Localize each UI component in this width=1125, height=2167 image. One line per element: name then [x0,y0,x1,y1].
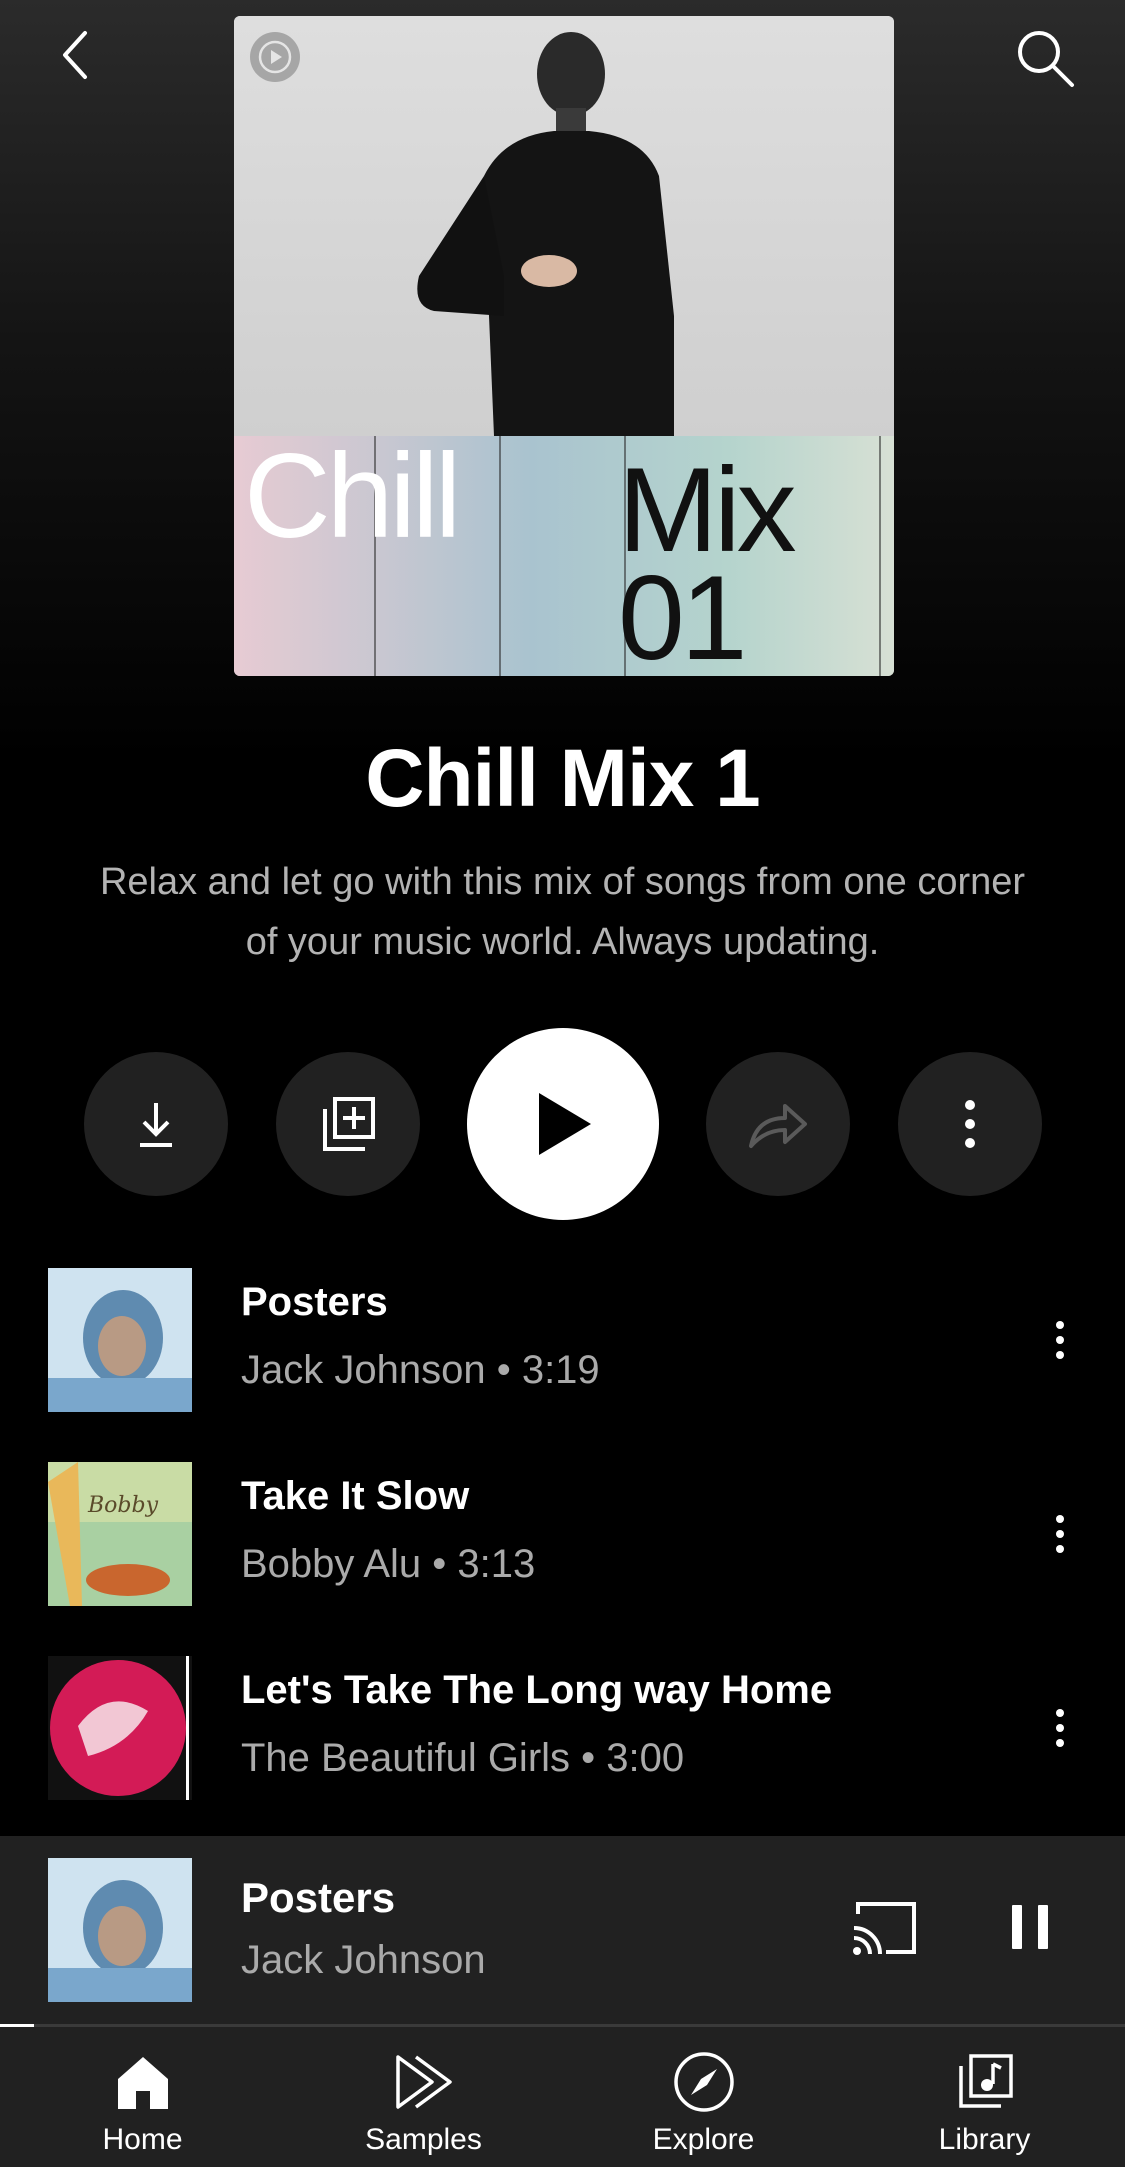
more-vertical-icon [1056,1321,1064,1359]
track-more-button[interactable] [1040,1310,1080,1370]
track-subtitle: Jack Johnson • 3:19 [241,1348,600,1392]
cast-icon [853,1902,916,1955]
track-subtitle: The Beautiful Girls • 3:00 [241,1736,685,1780]
track-row[interactable]: Posters Jack Johnson • 3:19 [0,1240,1125,1434]
pause-icon [1038,1905,1048,1949]
chevron-left-icon [63,31,87,79]
track-row[interactable]: Bobby Take It Slow Bobby Alu • 3:13 [0,1434,1125,1628]
nav-item-explore[interactable]: Explore [563,2027,844,2167]
cover-title-mix: Mix 01 [618,443,797,676]
svg-text:Bobby: Bobby [87,1493,159,1518]
playlist-description: Relax and let go with this mix of songs … [99,861,1026,963]
now-playing-bar[interactable]: Posters Jack Johnson [0,1836,1125,2027]
band-line [879,436,881,676]
track-thumbnail: Bobby [48,1462,192,1606]
play-badge-icon [250,32,300,82]
more-vertical-icon [1056,1515,1064,1553]
nav-label-library: Library [938,2123,1031,2156]
share-button[interactable] [706,1052,850,1196]
bottom-navigation: Home Samples Explore Library [0,2027,1125,2167]
now-playing-artist: Jack Johnson [241,1938,486,1982]
now-playing-title: Posters [241,1874,396,1921]
more-vertical-icon [1056,1709,1064,1747]
nav-label-explore: Explore [652,2123,755,2156]
add-to-library-icon [323,1097,375,1151]
pause-icon [1012,1905,1022,1949]
nav-item-home[interactable]: Home [2,2027,283,2167]
track-more-button[interactable] [1040,1504,1080,1564]
share-icon [749,1104,807,1148]
track-thumbnail [48,1268,192,1412]
save-to-library-button[interactable] [276,1052,420,1196]
nav-item-samples[interactable]: Samples [283,2027,564,2167]
compass-icon [673,2052,734,2112]
cover-title-chill: Chill [244,429,461,563]
cast-button[interactable] [850,1898,920,1958]
more-options-button[interactable] [898,1052,1042,1196]
playlist-title: Chill Mix 1 [365,733,761,824]
back-button[interactable] [40,20,110,90]
playlist-cover: Chill Mix 01 [234,16,894,676]
play-icon [539,1093,591,1155]
pause-button[interactable] [1000,1892,1060,1962]
play-button[interactable] [467,1028,659,1220]
home-icon [117,2057,168,2109]
track-thumbnail [48,1656,192,1800]
track-row[interactable]: Let's Take The Long way Home The Beautif… [0,1628,1125,1822]
download-button[interactable] [84,1052,228,1196]
library-icon [958,2054,1013,2108]
band-line [499,436,501,676]
nav-label-home: Home [102,2123,183,2156]
track-title: Posters [241,1280,388,1324]
more-vertical-icon [965,1100,975,1148]
search-icon [1018,31,1074,87]
artist-silhouette [417,32,674,436]
search-button[interactable] [1005,18,1085,98]
track-title: Let's Take The Long way Home [241,1668,833,1712]
nav-label-samples: Samples [365,2123,482,2156]
track-subtitle: Bobby Alu • 3:13 [241,1542,536,1586]
track-more-button[interactable] [1040,1698,1080,1758]
nav-item-library[interactable]: Library [844,2027,1125,2167]
cover-photo [234,16,894,436]
download-icon [140,1103,172,1147]
samples-icon [395,2055,452,2109]
now-playing-thumbnail [48,1858,192,2002]
track-title: Take It Slow [241,1474,470,1518]
